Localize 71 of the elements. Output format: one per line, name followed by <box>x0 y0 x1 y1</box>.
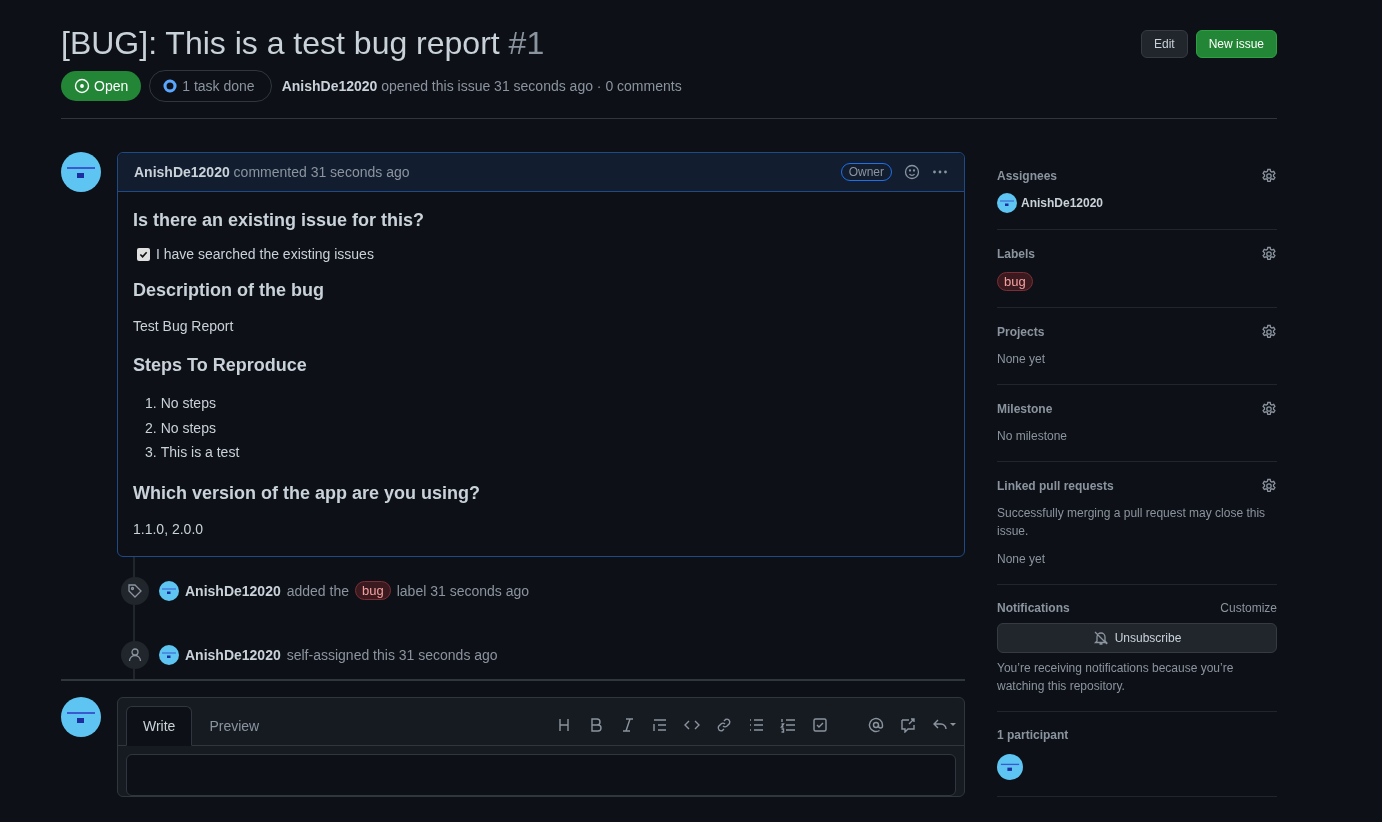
avatar-icon <box>159 580 179 601</box>
label-tag[interactable]: bug <box>355 581 391 600</box>
settings-icon[interactable] <box>1261 401 1277 417</box>
section-title: 1 participant <box>997 728 1069 742</box>
quote-icon[interactable] <box>652 716 668 733</box>
section-title: Milestone <box>997 402 1053 416</box>
status-badge: Open <box>61 71 142 101</box>
bold-icon[interactable] <box>588 716 604 733</box>
section-title: Assignees <box>997 169 1058 183</box>
list-number: 2. <box>145 418 157 438</box>
section-text: None yet <box>997 551 1047 568</box>
section-text: Successfully merging a pull request may close this issue. <box>997 505 1267 540</box>
avatar-icon <box>61 696 101 737</box>
issue-title: [BUG]: This is a test bug report #1 <box>61 24 545 62</box>
event-text: self-assigned this 31 seconds ago <box>286 646 498 663</box>
settings-icon[interactable] <box>1261 246 1277 262</box>
avatar-icon <box>61 152 101 192</box>
section-text: None yet <box>997 351 1047 368</box>
smiley-icon[interactable] <box>904 164 920 180</box>
task-list-icon[interactable] <box>812 716 828 733</box>
heading-icon[interactable] <box>556 716 572 733</box>
section-title: Linked pull requests <box>997 479 1114 493</box>
customize-link[interactable]: Customize <box>1220 601 1277 615</box>
section-title: Notifications <box>997 601 1070 615</box>
author-link[interactable]: AnishDe12020 <box>185 582 281 599</box>
mention-icon[interactable] <box>868 716 884 733</box>
section-title: Projects <box>997 325 1045 339</box>
cross-reference-icon[interactable] <box>900 716 916 733</box>
avatar-icon <box>997 193 1017 213</box>
issue-meta: AnishDe12020 opened this issue 31 seconds ago · 0 comments <box>281 78 682 94</box>
event-text: label 31 seconds ago <box>396 582 530 599</box>
body-text: 1.1.0, 2.0.0 <box>133 519 205 539</box>
label-tag[interactable]: bug <box>997 272 1033 291</box>
list-number: 3. <box>145 443 157 462</box>
author-link[interactable]: AnishDe12020 <box>185 646 281 663</box>
list-item: No steps <box>160 418 216 438</box>
event-text: added the <box>286 582 349 599</box>
unsubscribe-button[interactable]: Unsubscribe <box>997 623 1277 653</box>
italic-icon[interactable] <box>620 716 636 733</box>
list-number: 1. <box>145 394 157 413</box>
checkbox[interactable] <box>137 247 150 261</box>
numbered-list-icon[interactable] <box>780 716 796 733</box>
section-title: Labels <box>997 247 1035 261</box>
settings-icon[interactable] <box>1261 168 1277 184</box>
link-icon[interactable] <box>716 716 732 733</box>
progress-ring-icon <box>163 79 178 93</box>
tag-icon <box>127 582 143 599</box>
participant-avatar <box>997 754 1023 780</box>
section-heading: Which version of the app are you using? <box>133 481 482 505</box>
editor-tab[interactable]: Preview <box>192 705 277 746</box>
comment-input[interactable] <box>126 753 956 796</box>
person-icon <box>127 646 143 663</box>
section-heading: Steps To Reproduce <box>133 354 308 377</box>
body-text: Test Bug Report <box>133 317 235 336</box>
settings-icon[interactable] <box>1261 324 1277 340</box>
settings-icon[interactable] <box>1261 478 1277 494</box>
list-item: This is a test <box>160 443 240 462</box>
editor-tab[interactable]: Write <box>126 705 193 746</box>
comment-header: AnishDe12020 commented 31 seconds ago <box>134 164 411 180</box>
edit-button[interactable]: Edit <box>1140 30 1188 58</box>
list-item: No steps <box>160 394 216 413</box>
checkbox-label: I have searched the existing issues <box>156 246 374 262</box>
section-heading: Is there an existing issue for this? <box>133 209 426 232</box>
assignee-name[interactable]: AnishDe12020 <box>1021 196 1104 210</box>
section-text: No milestone <box>997 428 1069 445</box>
avatar-icon <box>159 644 179 665</box>
new-issue-button[interactable]: New issue <box>1195 30 1277 58</box>
bulleted-list-icon[interactable] <box>748 716 764 733</box>
bell-slash-icon <box>1092 630 1109 646</box>
notification-note: You’re receiving notifications because you’re watching this repository. <box>997 660 1235 695</box>
section-heading: Description of the bug <box>133 279 325 302</box>
